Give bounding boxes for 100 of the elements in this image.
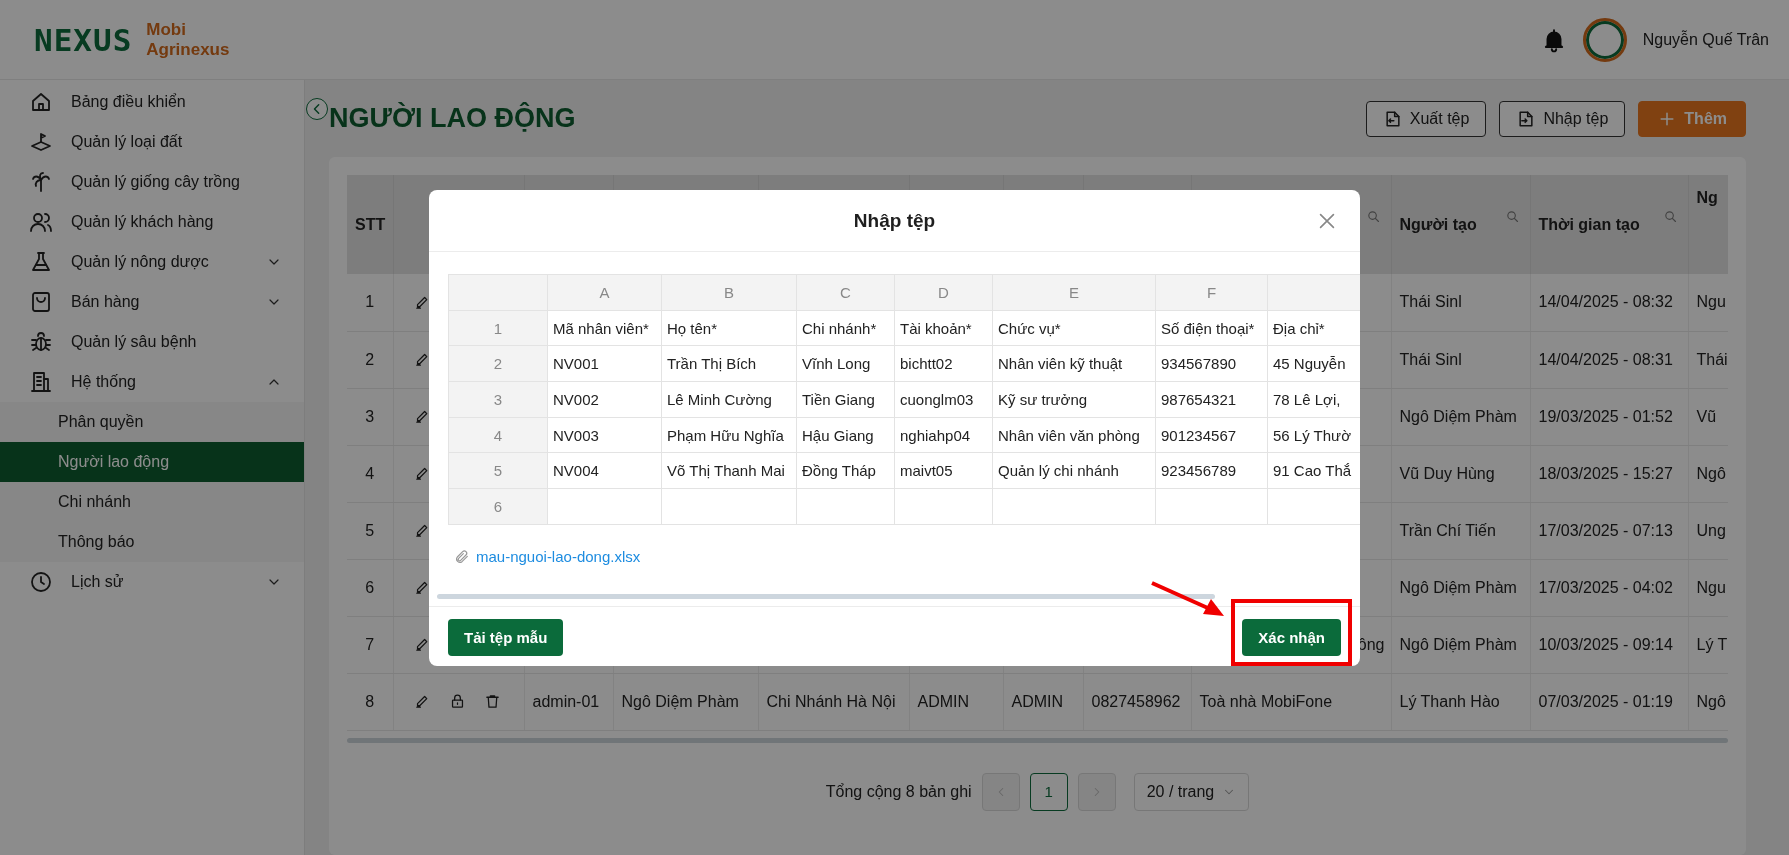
table-cell: 0827458962 (1091, 692, 1181, 710)
spreadsheet-cell: Lê Minh Cường (667, 390, 772, 408)
page-title: NGƯỜI LAO ĐỘNG (329, 103, 577, 134)
sidebar-item[interactable]: Quản lý giống cây trồng (0, 162, 304, 202)
trash-icon[interactable] (483, 693, 501, 710)
plant-plot-icon (28, 130, 54, 154)
spreadsheet-cell: NV003 (553, 426, 599, 444)
table-cell: Ngô Diệm Phàm (1399, 578, 1517, 596)
table-cell: Thái Sinl (1399, 293, 1462, 311)
spreadsheet-cell: Võ Thị Thanh Mai (667, 462, 785, 480)
column-header: STT (355, 215, 386, 233)
column-letter: D (938, 283, 949, 301)
row-number: 5 (493, 462, 503, 480)
spreadsheet-cell: Kỹ sư trưởng (998, 390, 1088, 408)
export-button[interactable]: Xuất tệp (1365, 100, 1487, 137)
row-number: 1 (493, 319, 503, 337)
table-cell: 17/03/2025 - 04:02 (1538, 578, 1673, 596)
table-cell: Ngu (1696, 578, 1726, 596)
spreadsheet-cell: NV004 (553, 462, 599, 480)
submenu-item[interactable]: Người lao động (0, 442, 304, 482)
submenu-item[interactable]: Phân quyền (0, 402, 304, 442)
sidebar-item[interactable]: Quản lý sâu bệnh (0, 322, 304, 362)
spreadsheet-cell: Nhân viên văn phòng (998, 426, 1140, 444)
table-cell: 2 (365, 350, 375, 368)
spreadsheet-cell: Số điện thoại* (1161, 319, 1255, 337)
spreadsheet-cell: Vĩnh Long (802, 355, 871, 373)
table-cell: 6 (365, 578, 375, 596)
dialog-title: Nhập tệp (853, 209, 936, 232)
submenu-item[interactable]: Chi nhánh (0, 482, 304, 522)
table-cell: Toà nhà MobiFone (1199, 692, 1333, 710)
users-icon (28, 210, 54, 234)
bug-icon (28, 330, 54, 354)
spreadsheet-cell: nghiahp04 (900, 426, 971, 444)
download-template-button[interactable]: Tải tệp mẫu (448, 618, 564, 656)
table-cell: Chi Nhánh Hà Nội (766, 692, 896, 710)
sidebar-item[interactable]: Lịch sử (0, 562, 304, 602)
logo-wordmark: NEXUS (34, 21, 133, 58)
table-cell: Ngô (1696, 692, 1726, 710)
table-cell: 1 (365, 293, 375, 311)
spreadsheet-cell: Tài khoản* (900, 319, 972, 337)
table-cell: 18/03/2025 - 15:27 (1538, 464, 1673, 482)
table-cell: 17/03/2025 - 07:13 (1538, 521, 1673, 539)
table-cell: 4 (365, 464, 375, 482)
page-size-select[interactable]: 20 / trang (1133, 772, 1250, 811)
table-cell: 8 (365, 692, 375, 710)
table-cell: Ngô Diệm Phàm (1399, 407, 1517, 425)
sidebar-item[interactable]: Quản lý nông dược (0, 242, 304, 282)
spreadsheet-cell: cuonglm03 (900, 390, 974, 408)
table-cell: ADMIN (917, 692, 970, 710)
table-cell: Trần Chí Tiến (1399, 521, 1496, 539)
spreadsheet-cell: NV001 (553, 355, 599, 373)
user-name[interactable]: Nguyễn Quế Trân (1642, 30, 1769, 49)
horizontal-scrollbar[interactable] (437, 593, 1215, 599)
spreadsheet-cell: Họ tên* (667, 319, 718, 337)
table-cell: Vũ Duy Hùng (1399, 464, 1495, 482)
collapse-sidebar-icon[interactable] (306, 98, 328, 120)
column-letter: B (724, 283, 734, 301)
total-records: Tổng cộng 8 bản ghi (825, 782, 972, 801)
table-cell: 14/04/2025 - 08:32 (1538, 293, 1673, 311)
spreadsheet-cell: Nhân viên kỹ thuật (998, 355, 1123, 373)
file-link[interactable]: mau-nguoi-lao-dong.xlsx (476, 548, 641, 566)
sidebar-item[interactable]: Bảng điều khiển (0, 82, 304, 122)
sidebar-item[interactable]: Bán hàng (0, 282, 304, 322)
table-cell: 07/03/2025 - 01:19 (1538, 692, 1673, 710)
clock-icon (28, 570, 54, 594)
spreadsheet-cell: Phạm Hữu Nghĩa (667, 426, 784, 444)
spreadsheet-cell: bichtt02 (900, 355, 953, 373)
spreadsheet-cell: Tiền Giang (802, 390, 875, 408)
spreadsheet-cell: 56 Lý Thườ (1273, 426, 1351, 444)
paperclip-icon (454, 548, 470, 565)
horizontal-scrollbar[interactable] (347, 737, 1728, 743)
brand-name: Agrinexus (146, 39, 230, 60)
spreadsheet-cell: Hậu Giang (802, 426, 874, 444)
table-cell: admin-01 (532, 692, 600, 710)
table-cell: Lý Thanh Hào (1399, 692, 1500, 710)
table-cell: Ngô (1696, 464, 1726, 482)
row-number: 2 (493, 355, 503, 373)
spreadsheet-cell: Đồng Tháp (802, 462, 876, 480)
page-number[interactable]: 1 (1029, 772, 1068, 811)
table-cell: Ung (1696, 521, 1726, 539)
table-cell: Vũ (1696, 407, 1717, 425)
confirm-button[interactable]: Xác nhận (1242, 618, 1341, 656)
submenu-item[interactable]: Thông báo (0, 522, 304, 562)
spreadsheet-cell: NV002 (553, 390, 599, 408)
spreadsheet-cell: 923456789 (1161, 462, 1237, 480)
table-cell: Ngu (1696, 293, 1726, 311)
spreadsheet-cell: Trần Thị Bích (667, 355, 757, 373)
import-button[interactable]: Nhập tệp (1499, 100, 1626, 137)
row-number: 4 (493, 426, 503, 444)
spreadsheet-cell: 901234567 (1161, 426, 1237, 444)
brand-name: Mobi (146, 19, 187, 40)
sidebar-item[interactable]: Quản lý khách hàng (0, 202, 304, 242)
column-letter: C (840, 283, 851, 301)
table-cell: Ngô Diệm Phàm (1399, 635, 1517, 653)
spreadsheet-cell: Chi nhánh* (802, 319, 877, 337)
table-cell: Thái Sinl (1399, 350, 1462, 368)
sidebar-item[interactable]: Quản lý loại đất (0, 122, 304, 162)
table-cell: ADMIN (1011, 692, 1064, 710)
sidebar-item[interactable]: Hệ thống (0, 362, 304, 402)
spreadsheet-cell: Chức vụ* (998, 319, 1061, 337)
